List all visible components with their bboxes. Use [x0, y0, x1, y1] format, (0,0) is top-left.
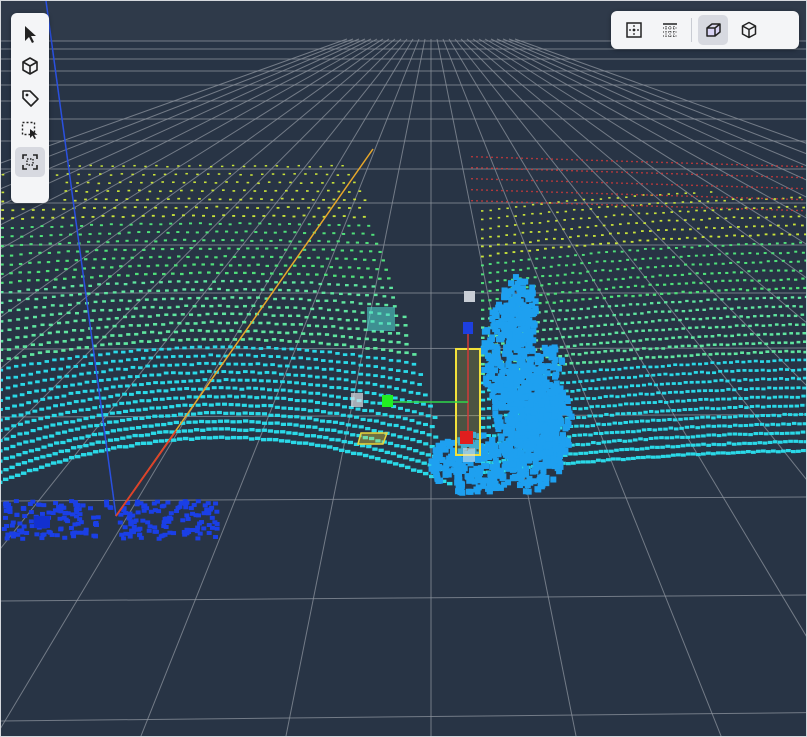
grid-view-icon — [663, 23, 677, 37]
toolbar-separator — [691, 18, 692, 42]
frame-icon — [22, 154, 38, 170]
gizmo-top-handle[interactable] — [463, 322, 473, 334]
box-3d-icon — [741, 21, 757, 39]
select-tool-button[interactable] — [15, 19, 45, 49]
top-view-icon — [626, 22, 642, 38]
ground-grid — [1, 38, 806, 736]
top-view-button[interactable] — [619, 15, 649, 45]
region-select-tool-button[interactable] — [15, 115, 45, 145]
gizmo-rotate-handle[interactable] — [464, 291, 475, 302]
perspective-box-icon — [706, 23, 721, 37]
bounding-box[interactable] — [351, 291, 481, 462]
gizmo-left-handle[interactable] — [351, 393, 363, 407]
view-toolbar — [611, 11, 799, 49]
gizmo-bottom-handle[interactable] — [463, 448, 475, 462]
3d-view-button[interactable] — [734, 15, 764, 45]
cursor-icon — [25, 26, 36, 43]
point-cloud-viewport[interactable] — [0, 0, 807, 737]
perspective-view-button[interactable] — [698, 15, 728, 45]
bbox-ghost — [367, 307, 395, 331]
person-point-cluster[interactable] — [428, 274, 575, 496]
left-toolbar — [11, 13, 49, 203]
grid-view-button[interactable] — [655, 15, 685, 45]
bbox-ground-shadow — [357, 432, 389, 445]
cuboid-tool-button[interactable] — [15, 51, 45, 81]
point-cloud-scene[interactable] — [1, 1, 807, 737]
tag-tool-button[interactable] — [15, 83, 45, 113]
cube-icon — [22, 57, 38, 75]
lasso-select-icon — [21, 121, 38, 139]
fit-frame-tool-button[interactable] — [15, 147, 45, 177]
tag-icon — [22, 90, 39, 107]
gizmo-side-handle[interactable] — [382, 395, 393, 407]
gizmo-center-handle[interactable] — [460, 431, 473, 444]
